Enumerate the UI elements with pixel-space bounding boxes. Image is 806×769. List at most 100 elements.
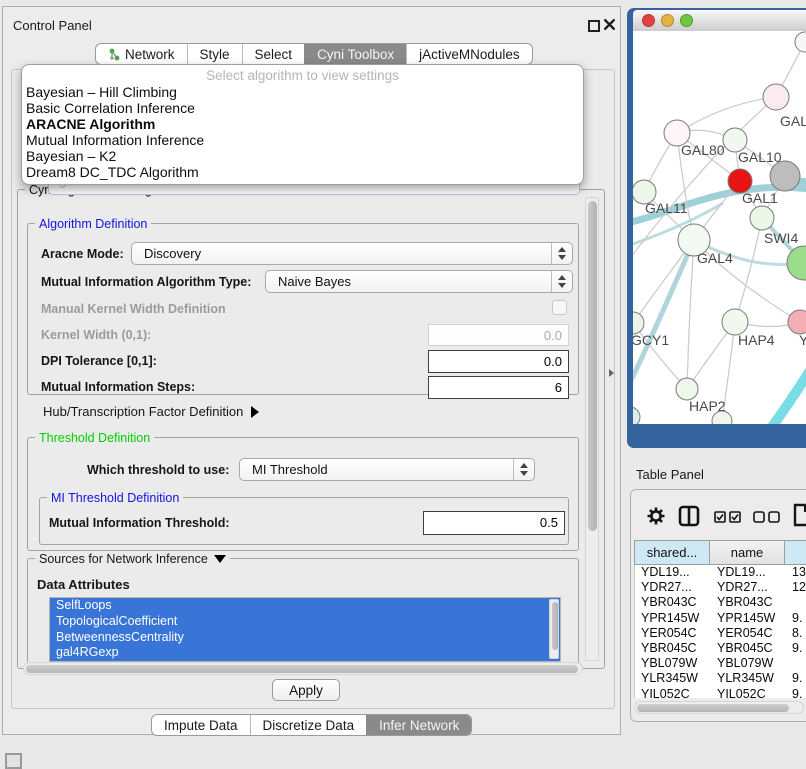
- network-icon: [108, 48, 121, 61]
- list-vertical-scrollbar[interactable]: [549, 599, 559, 659]
- columns-icon[interactable]: [678, 505, 700, 527]
- tab-network[interactable]: Network: [96, 44, 187, 64]
- network-node[interactable]: [795, 32, 806, 52]
- table-cell: 12: [786, 580, 806, 595]
- bottom-tab-infer-network[interactable]: Infer Network: [366, 715, 471, 735]
- network-node-gcy1[interactable]: [633, 312, 644, 334]
- dpi-tolerance-field[interactable]: 0.0: [428, 350, 569, 373]
- tab-style[interactable]: Style: [187, 44, 242, 64]
- hub-definition-label: Hub/Transcription Factor Definition: [43, 404, 243, 419]
- table-row[interactable]: YDR27...YDR27...12: [635, 580, 806, 595]
- mi-threshold-field[interactable]: 0.5: [423, 511, 565, 535]
- attribute-item-betweennesscentrality[interactable]: BetweennessCentrality: [50, 630, 560, 646]
- network-node-gal2[interactable]: [763, 84, 789, 110]
- network-window-titlebar[interactable]: [633, 10, 806, 32]
- document-icon[interactable]: [793, 503, 806, 527]
- tab-jactivemnodules[interactable]: jActiveMNodules: [406, 44, 532, 64]
- table-cell: YBR045C: [711, 641, 786, 656]
- unchecked-boxes-icon[interactable]: [753, 511, 781, 523]
- column-header-name[interactable]: name: [710, 540, 785, 565]
- network-canvas[interactable]: GAL2GAL80GAL10GAL1GAL11SWI4GAL4GCY1HAP4Y…: [633, 31, 806, 424]
- network-node-ybr[interactable]: [788, 310, 806, 334]
- float-window-icon[interactable]: [588, 20, 600, 32]
- table-cell: YLR345W: [635, 671, 711, 686]
- node-label: GAL4: [697, 250, 733, 266]
- table-header-row[interactable]: shared...name: [634, 540, 806, 565]
- mi-type-value: Naive Bayes: [278, 274, 351, 289]
- node-label: GCY1: [633, 332, 669, 348]
- bottom-tab-impute-data[interactable]: Impute Data: [152, 715, 250, 735]
- node-label: SWI4: [764, 230, 798, 246]
- mac-minimize-button[interactable]: [661, 14, 674, 27]
- control-panel-title: Control Panel: [13, 18, 92, 33]
- bottom-tab-bar: Impute Data Discretize Data Infer Network: [151, 714, 472, 736]
- dropdown-item-dream8-dc-tdc-algorithm[interactable]: Dream8 DC_TDC Algorithm: [22, 164, 583, 180]
- table-cell: YLR345W: [711, 671, 786, 686]
- apply-button[interactable]: Apply: [272, 679, 340, 701]
- tab-cyni-toolbox[interactable]: Cyni Toolbox: [304, 44, 406, 64]
- network-node-hap2[interactable]: [676, 378, 698, 400]
- dropdown-item-bayesian-k2[interactable]: Bayesian – K2: [22, 148, 583, 164]
- table-row[interactable]: YBR045CYBR045C9.: [635, 641, 806, 656]
- attribute-item-selfloops[interactable]: SelfLoops: [50, 598, 560, 614]
- checked-boxes-icon[interactable]: [714, 511, 742, 523]
- tab-label: Infer Network: [379, 718, 459, 733]
- bottom-tab-discretize-data[interactable]: Discretize Data: [250, 715, 367, 735]
- column-header-extra[interactable]: [785, 540, 806, 565]
- table-cell: YPR145W: [635, 611, 711, 626]
- mac-close-button[interactable]: [642, 14, 655, 27]
- table-cell: [786, 656, 806, 671]
- network-node-swi4[interactable]: [750, 206, 774, 230]
- dropdown-item-mutual-information-inference[interactable]: Mutual Information Inference: [22, 132, 583, 148]
- dropdown-item-basic-correlation-inference[interactable]: Basic Correlation Inference: [22, 100, 583, 116]
- dropdown-item-aracne-algorithm[interactable]: ARACNE Algorithm: [22, 116, 583, 132]
- kernel-width-field[interactable]: 0.0: [428, 324, 569, 346]
- mi-steps-field[interactable]: 6: [428, 376, 569, 399]
- mac-zoom-button[interactable]: [680, 14, 693, 27]
- network-node[interactable]: [787, 246, 806, 280]
- attribute-item-topologicalcoefficient[interactable]: TopologicalCoefficient: [50, 614, 560, 630]
- network-edge[interactable]: [687, 240, 694, 389]
- table-cell: YER054C: [711, 626, 786, 641]
- table-cell: YDR27...: [711, 580, 786, 595]
- table-cell: YPR145W: [711, 611, 786, 626]
- column-header-shared[interactable]: shared...: [634, 540, 710, 565]
- expanded-arrow-icon: [214, 555, 226, 563]
- network-node[interactable]: [633, 407, 640, 424]
- mi-type-combobox[interactable]: Naive Bayes: [265, 270, 573, 293]
- attribute-item-gal4rgexp[interactable]: gal4RGexp: [50, 645, 560, 661]
- hub-definition-expander[interactable]: Hub/Transcription Factor Definition: [43, 404, 259, 419]
- table-row[interactable]: YBL079WYBL079W: [635, 656, 806, 671]
- table-row[interactable]: YDL19...YDL19...13: [635, 565, 806, 580]
- gear-icon[interactable]: [646, 506, 666, 526]
- which-threshold-combobox[interactable]: MI Threshold: [239, 458, 535, 481]
- network-edge[interactable]: [677, 97, 776, 133]
- manual-kernel-checkbox[interactable]: [552, 300, 567, 315]
- aracne-mode-combobox[interactable]: Discovery: [131, 242, 573, 265]
- dropdown-item-bayesian-hill-climbing[interactable]: Bayesian – Hill Climbing: [22, 84, 583, 100]
- kernel-width-label: Kernel Width (0,1):: [41, 328, 151, 342]
- data-attributes-list[interactable]: SelfLoopsTopologicalCoefficientBetweenne…: [49, 597, 561, 662]
- settings-vertical-scrollbar[interactable]: [585, 197, 599, 661]
- table-cell: 9.: [786, 687, 806, 699]
- panel-splitter-arrow-icon[interactable]: [609, 369, 614, 377]
- sources-group-title[interactable]: Sources for Network Inference: [35, 552, 230, 566]
- tab-label: Discretize Data: [263, 718, 355, 733]
- table-cell: 8.: [786, 626, 806, 641]
- table-horizontal-scrollbar[interactable]: [634, 701, 804, 714]
- network-edge[interactable]: [735, 218, 762, 322]
- table-row[interactable]: YLR345WYLR345W9.: [635, 671, 806, 686]
- table-row[interactable]: YER054CYER054C8.: [635, 626, 806, 641]
- table-row[interactable]: YPR145WYPR145W9.: [635, 611, 806, 626]
- table-row[interactable]: YIL052CYIL052C9.: [635, 687, 806, 699]
- network-edge[interactable]: [769, 369, 806, 424]
- close-icon[interactable]: [603, 18, 616, 31]
- settings-horizontal-scrollbar[interactable]: [23, 662, 583, 675]
- node-label: GAL1: [742, 190, 778, 206]
- tab-select[interactable]: Select: [242, 44, 305, 64]
- collapsed-panel-icon[interactable]: [5, 753, 22, 769]
- table-cell: 9.: [786, 641, 806, 656]
- network-node[interactable]: [770, 161, 800, 191]
- table-rows[interactable]: YDL19...YDL19...13YDR27...YDR27...12YBR0…: [634, 565, 806, 698]
- table-row[interactable]: YBR043CYBR043C: [635, 595, 806, 610]
